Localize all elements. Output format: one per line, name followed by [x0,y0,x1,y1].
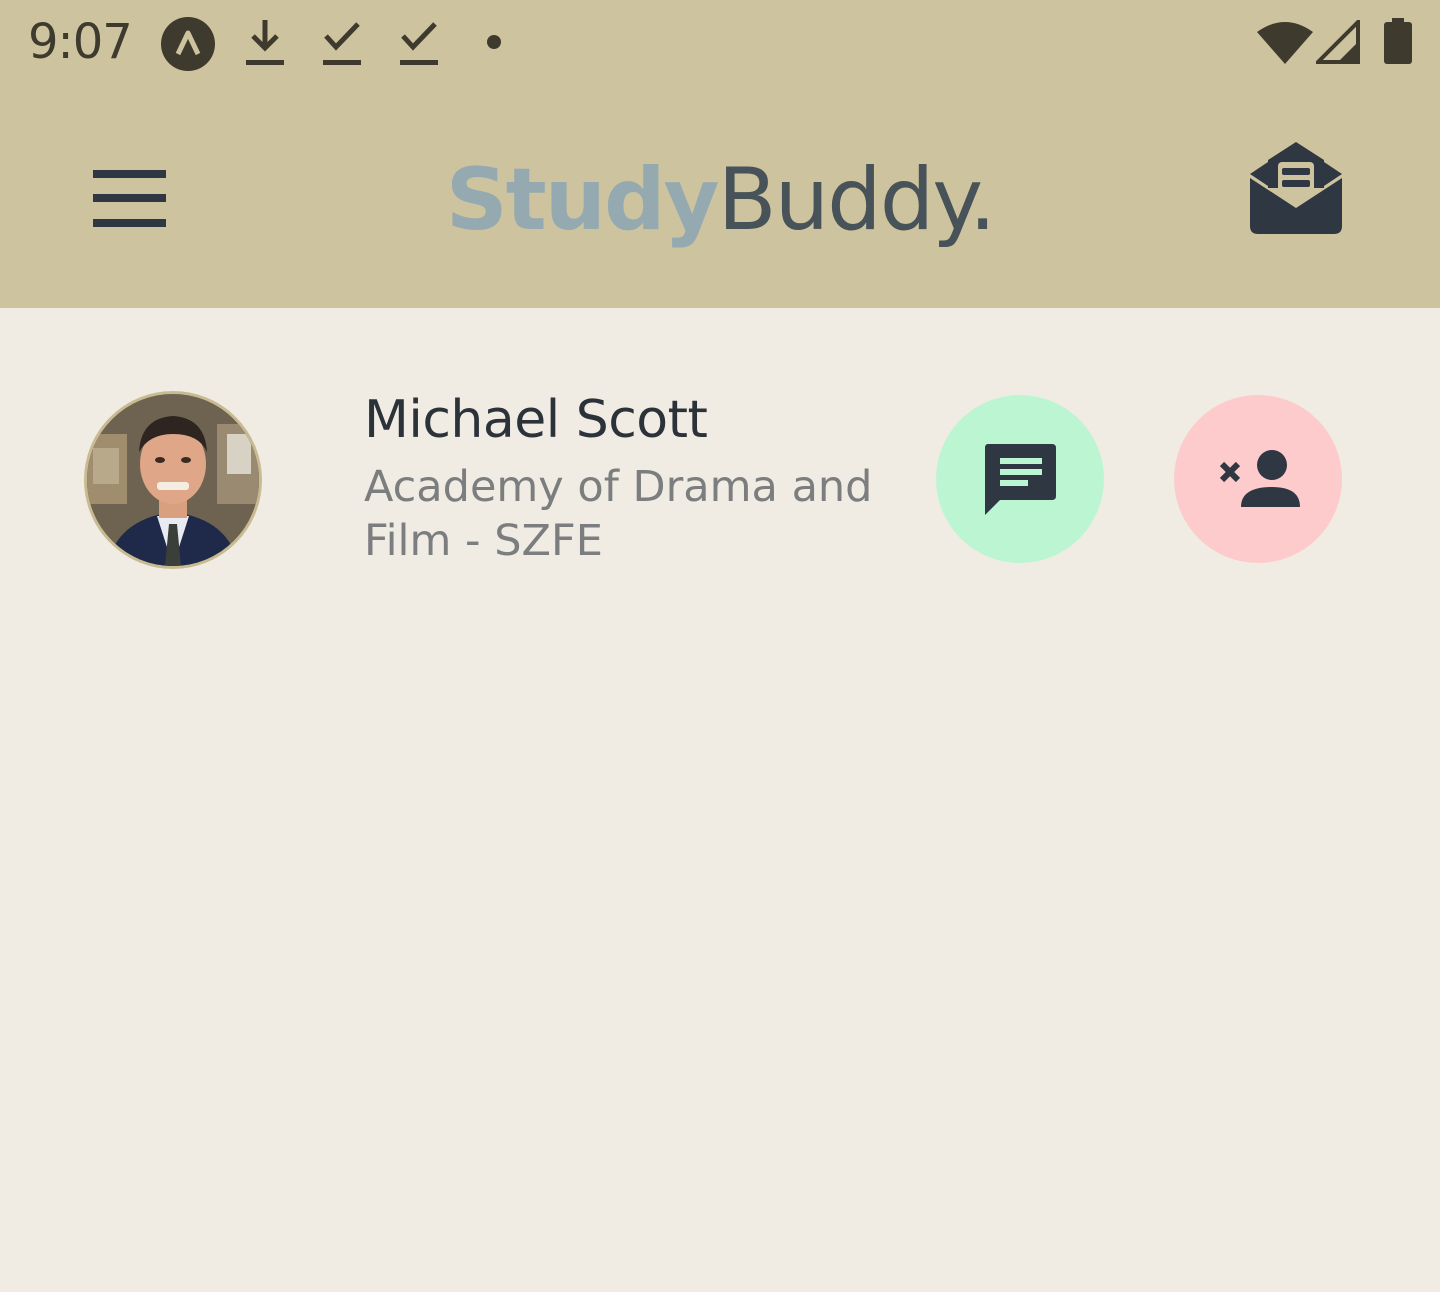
open-envelope-icon [1250,142,1342,234]
remove-person-icon [1219,450,1300,507]
chat-button[interactable] [936,395,1104,563]
battery-icon [1384,18,1412,64]
signal-icon [1316,20,1360,64]
download-done-icon [400,22,438,65]
profile-photo [87,394,259,566]
app-bar: StudyBuddy. [0,88,1440,308]
wifi-icon [1257,22,1313,64]
chat-icon [985,444,1056,515]
buddy-name: Michael Scott [364,390,708,450]
download-icon [246,20,284,65]
brand-buddy: Buddy. [717,150,997,250]
buddy-list-item[interactable]: Michael Scott Academy of Drama and Film … [0,308,1440,648]
messages-button[interactable] [1244,138,1348,242]
buddy-school: Academy of Drama and Film - SZFE [364,462,873,566]
download-done-icon [323,22,361,65]
status-time: 9:07 [28,14,133,70]
avatar [84,391,262,569]
status-bar: 9:07 [0,0,1440,88]
dot-icon [487,35,501,49]
brand-study: Study [445,150,720,250]
remove-buddy-button[interactable] [1174,395,1342,563]
app-notification-icon [161,17,215,71]
app-logo: StudyBuddy. [0,150,1440,250]
